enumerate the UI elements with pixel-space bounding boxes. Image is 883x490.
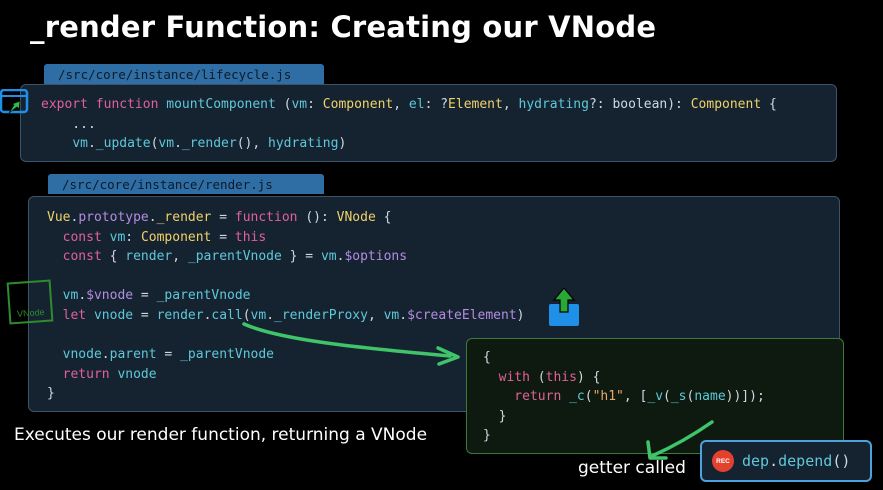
dep-depend-code: dep.depend() [742, 452, 851, 470]
browser-window-icon [0, 88, 30, 115]
code-line: return _c("h1", [_v(_s(name))]); [483, 389, 765, 405]
code-line: export function mountComponent (vm: Comp… [41, 97, 777, 112]
pointer-arrow-green [240, 318, 470, 368]
code-block-mount-component: export function mountComponent (vm: Comp… [20, 84, 837, 162]
code-line: vm._update(vm._render(), hydrating) [72, 136, 347, 152]
code-line: ... [41, 116, 96, 132]
file-tab-render: /src/core/instance/render.js [48, 174, 324, 194]
record-icon: REC [712, 450, 734, 472]
upload-icon [549, 287, 579, 326]
vnode-stamp: VNode [6, 279, 54, 325]
code-line: with (this) { [483, 369, 601, 385]
caption-getter: getter called [578, 458, 686, 478]
code-line: const { render, _parentVnode } = vm.$opt… [47, 249, 408, 265]
code-line: vm.$vnode = _parentVnode [62, 288, 251, 304]
slide-title: _render Function: Creating our VNode [30, 10, 657, 44]
caption-executes: Executes our render function, returning … [14, 425, 428, 445]
file-tab-lifecycle: /src/core/instance/lifecycle.js [44, 64, 324, 84]
code-line: const vm: Component = this [47, 229, 267, 245]
code-line: { [483, 350, 491, 365]
dep-depend-box: REC dep.depend() [700, 440, 872, 482]
code-line: Vue.prototype._render = function (): VNo… [47, 210, 392, 225]
